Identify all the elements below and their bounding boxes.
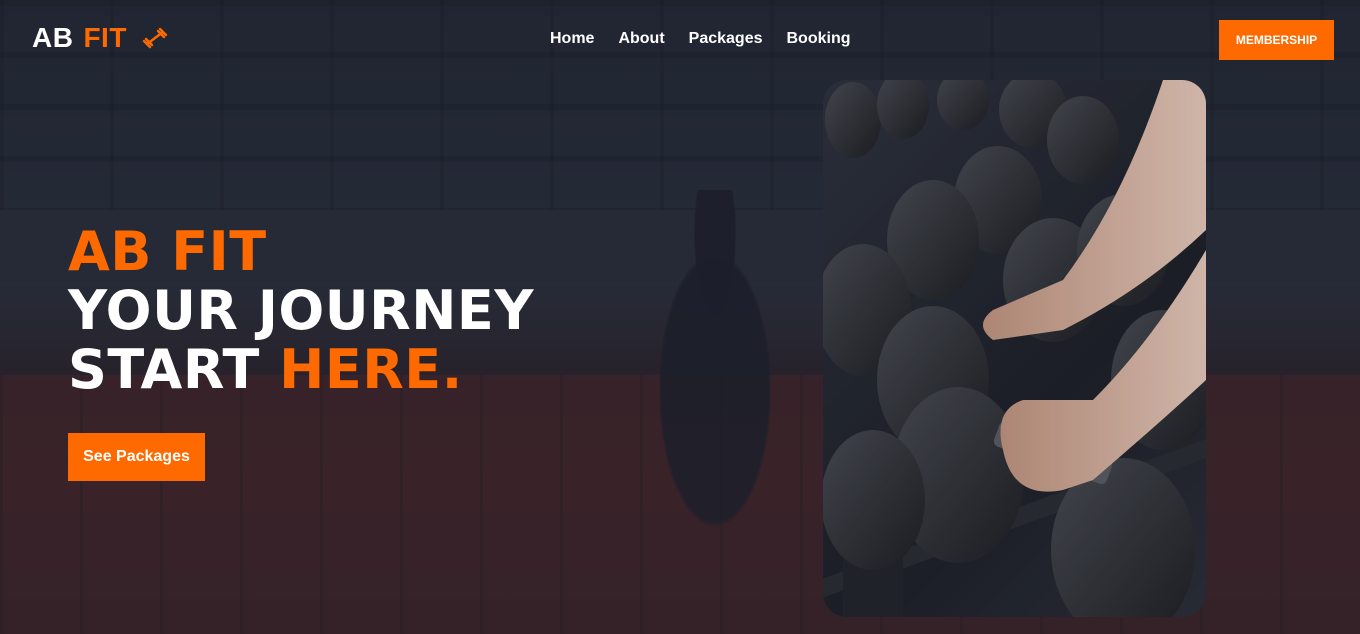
see-packages-button[interactable]: See Packages xyxy=(68,433,205,481)
membership-button[interactable]: MEMBERSHIP xyxy=(1219,20,1334,60)
hero-start-line: START HERE. xyxy=(68,340,534,399)
logo-text-ab: AB xyxy=(32,22,74,53)
hero-start-word: START xyxy=(68,338,260,401)
nav-booking[interactable]: Booking xyxy=(787,30,851,48)
nav-packages[interactable]: Packages xyxy=(689,30,763,48)
nav-home[interactable]: Home xyxy=(550,30,594,48)
hero-tagline-line: YOUR JOURNEY xyxy=(68,279,534,342)
dumbbell-rack-image xyxy=(823,80,1206,617)
hero-headline: AB FIT YOUR JOURNEY START HERE. xyxy=(68,222,534,399)
logo-text-fit: FIT xyxy=(83,22,127,53)
hero-here-word: HERE. xyxy=(279,338,463,401)
dumbbell-rack-illustration xyxy=(823,80,1206,617)
site-logo[interactable]: AB FIT xyxy=(32,22,169,54)
main-nav: Home About Packages Booking xyxy=(550,30,851,48)
dumbbell-icon xyxy=(142,27,168,49)
site-header: AB FIT Home About Packages Booking MEMBE… xyxy=(0,0,1360,80)
nav-about[interactable]: About xyxy=(618,30,664,48)
hero-brand-line: AB FIT xyxy=(68,220,267,283)
